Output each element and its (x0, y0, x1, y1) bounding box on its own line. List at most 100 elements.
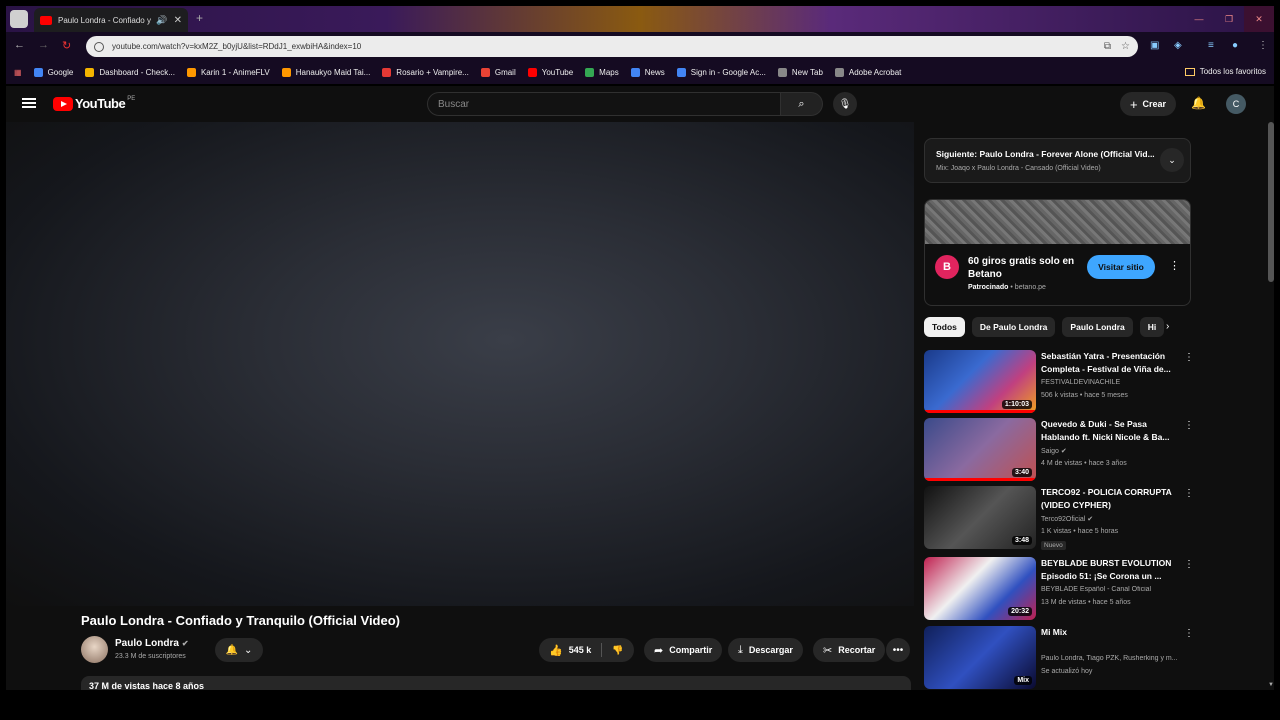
address-bar[interactable]: youtube.com/watch?v=kxM2Z_b0yjU&list=RDd… (86, 36, 1138, 57)
description-box[interactable]: 37 M de vistas hace 8 años (81, 676, 911, 690)
audio-playing-icon[interactable]: 🔊 (156, 15, 167, 26)
notifications-bell-icon[interactable]: 🔔 (1191, 96, 1206, 110)
like-count[interactable]: 545 k (569, 645, 592, 655)
video-thumbnail[interactable]: 3:48 (924, 486, 1036, 549)
recommended-channel[interactable]: BEYBLADE Español - Canal Oficial (1041, 586, 1179, 593)
video-options-icon[interactable]: ⋮ (1184, 628, 1194, 639)
all-bookmarks-button[interactable]: Todos los favoritos (1184, 67, 1266, 76)
filter-chip[interactable]: Todos (924, 317, 965, 337)
account-avatar[interactable]: C (1226, 94, 1246, 114)
more-actions-button[interactable]: ••• (886, 638, 910, 662)
reload-icon[interactable]: ↻ (62, 39, 71, 52)
bookmark-item[interactable]: Adobe Acrobat (834, 67, 901, 77)
ad-banner-image[interactable] (925, 200, 1190, 244)
share-button[interactable]: ➦ Compartir (644, 638, 723, 662)
video-options-icon[interactable]: ⋮ (1184, 559, 1194, 570)
clip-button[interactable]: ✂ Recortar (813, 638, 886, 662)
search-box: ⌕ (427, 92, 823, 116)
forward-icon[interactable]: → (38, 39, 49, 51)
translate-extension-icon[interactable]: ▣ (1150, 40, 1159, 51)
filter-chip[interactable]: Hi (1139, 317, 1165, 337)
subscribed-notifications-button[interactable]: 🔔 ⌄ (215, 638, 263, 662)
site-info-icon[interactable] (94, 41, 104, 52)
profile-icon[interactable] (10, 10, 28, 28)
bookmark-favicon-icon (382, 67, 392, 77)
bookmark-star-icon[interactable]: ☆ (1121, 41, 1130, 52)
download-button[interactable]: ⤓ Descargar (728, 638, 803, 662)
recommended-video[interactable]: 1:10:03 Sebastián Yatra - Presentación Co… (924, 350, 1194, 414)
bookmark-item[interactable]: Gmail (480, 67, 516, 77)
apps-grid-icon[interactable]: ▦ (14, 68, 22, 77)
sponsored-ad-card[interactable]: B 60 giros gratis solo en Betano Patroci… (924, 199, 1191, 306)
video-thumbnail[interactable]: 1:10:03 (924, 350, 1036, 413)
bookmark-item[interactable]: News (630, 67, 665, 77)
country-code: PE (127, 95, 136, 102)
thumbs-up-icon[interactable]: 👍 (549, 644, 563, 657)
video-options-icon[interactable]: ⋮ (1184, 352, 1194, 363)
user-extension-icon[interactable]: ● (1232, 40, 1238, 51)
close-tab-icon[interactable]: ✕ (174, 15, 182, 26)
bookmark-item[interactable]: Rosario + Vampire... (382, 67, 469, 77)
subscriber-count: 23.3 M de suscriptores (115, 653, 186, 660)
video-thumbnail[interactable]: Mix (924, 626, 1036, 689)
bookmark-item[interactable]: Karin 1 - AnimeFLV (186, 67, 270, 77)
bookmark-item[interactable]: YouTube (527, 67, 573, 77)
video-thumbnail[interactable]: 20:32 (924, 557, 1036, 620)
browser-tab-active[interactable]: Paulo Londra - Confiado y Tranquilo 🔊 ✕ (34, 8, 188, 32)
bookmark-item[interactable]: Dashboard - Check... (85, 67, 175, 77)
menu-icon[interactable] (22, 98, 36, 108)
recommended-title[interactable]: Mi Mix (1041, 626, 1179, 639)
minimize-icon[interactable]: — (1184, 6, 1214, 32)
back-icon[interactable]: ← (14, 39, 25, 51)
filter-chip[interactable]: De Paulo Londra (971, 317, 1056, 337)
chevron-right-icon[interactable]: › (1166, 321, 1169, 332)
video-thumbnail[interactable]: 3:40 (924, 418, 1036, 481)
recommended-video[interactable]: 3:40 Quevedo & Duki - Se Pasa Hablando ft… (924, 418, 1194, 482)
recommended-video[interactable]: Mix Mi Mix Paulo Londra, Tiago PZK, Rusher… (924, 626, 1194, 690)
filter-chip[interactable]: Paulo Londra (1062, 317, 1133, 337)
scroll-down-icon[interactable]: ▼ (1268, 682, 1274, 688)
recommended-channel[interactable]: Saigo ✔ (1041, 447, 1179, 455)
recommended-title[interactable]: Quevedo & Duki - Se Pasa Hablando ft. Ni… (1041, 418, 1179, 444)
search-button[interactable]: ⌕ (781, 92, 823, 116)
recommended-title[interactable]: Sebastián Yatra - Presentación Completa … (1041, 350, 1179, 376)
maximize-icon[interactable]: ❐ (1214, 6, 1244, 32)
recommended-title[interactable]: BEYBLADE BURST EVOLUTION Episodio 51: ¡S… (1041, 557, 1179, 583)
bookmark-item[interactable]: Sign in - Google Ac... (676, 67, 766, 77)
bookmark-item[interactable]: New Tab (777, 67, 823, 77)
video-player[interactable] (6, 122, 914, 606)
bookmark-item[interactable]: Maps (585, 67, 619, 77)
new-badge: Nuevo (1041, 541, 1066, 550)
recommended-video[interactable]: 3:48 TERCO92 - POLICIA CORRUPTA (VIDEO CY… (924, 486, 1194, 550)
channel-avatar[interactable] (81, 636, 108, 663)
new-tab-icon[interactable]: + (196, 11, 203, 25)
media-control-icon[interactable]: ≡ (1208, 40, 1214, 51)
close-window-icon[interactable]: ✕ (1244, 6, 1274, 32)
playlist-up-next-panel[interactable]: Siguiente: Paulo Londra - Forever Alone … (924, 138, 1191, 183)
create-button[interactable]: + Crear (1120, 92, 1176, 116)
recommended-title[interactable]: TERCO92 - POLICIA CORRUPTA (VIDEO CYPHER… (1041, 486, 1179, 512)
channel-name-link[interactable]: Paulo Londra ✔ (115, 638, 189, 649)
recommended-channel[interactable]: FESTIVALDEVINACHILE (1041, 379, 1179, 386)
youtube-favicon-icon (40, 15, 52, 25)
recommended-video[interactable]: 20:32 BEYBLADE BURST EVOLUTION Episodio 5… (924, 557, 1194, 621)
video-options-icon[interactable]: ⋮ (1184, 420, 1194, 431)
extension-icon[interactable]: ◈ (1174, 40, 1182, 51)
bookmark-item[interactable]: Hanaukyo Maid Tai... (281, 67, 370, 77)
ad-options-icon[interactable]: ⋮ (1169, 259, 1180, 272)
youtube-logo[interactable]: YouTube PE (53, 96, 135, 111)
browser-menu-icon[interactable]: ⋮ (1258, 40, 1268, 51)
voice-search-button[interactable]: 🎙 (833, 92, 857, 116)
visit-site-button[interactable]: Visitar sitio (1087, 255, 1155, 279)
recommended-channel-name: FESTIVALDEVINACHILE (1041, 379, 1121, 386)
expand-chevron-icon[interactable]: ⌄ (1160, 148, 1184, 172)
video-options-icon[interactable]: ⋮ (1184, 488, 1194, 499)
thumbs-down-icon[interactable]: 👎 (612, 645, 623, 656)
share-label: Compartir (669, 645, 713, 655)
page-scrollbar[interactable] (1268, 122, 1274, 282)
recommended-channel[interactable]: Terco92Oficial ✔ (1041, 515, 1179, 523)
bookmark-item[interactable]: Google (33, 67, 73, 77)
search-input[interactable] (427, 92, 781, 116)
recommended-channel[interactable]: Paulo Londra, Tiago PZK, Rusherking y m.… (1041, 655, 1179, 662)
install-app-icon[interactable]: ⧉ (1104, 41, 1111, 52)
